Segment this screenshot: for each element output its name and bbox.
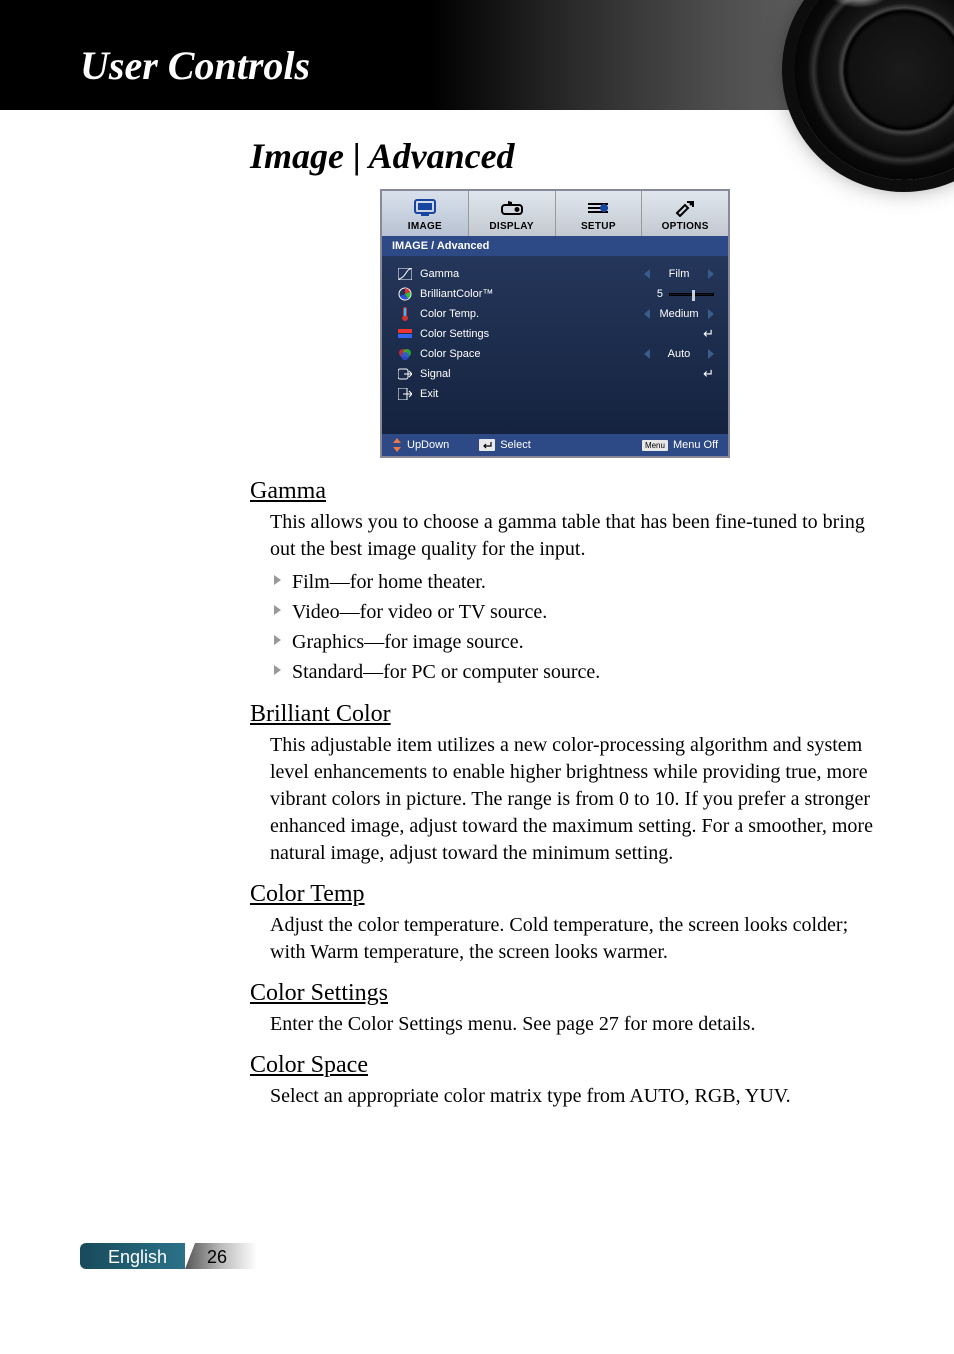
row-value: Film: [656, 268, 702, 280]
footer-page-number: 26: [185, 1243, 257, 1269]
hint-updown: UpDown: [392, 438, 449, 452]
arrow-right-icon: [708, 309, 714, 319]
osd-row-signal[interactable]: Signal ↵: [396, 364, 714, 384]
osd-tabs: IMAGE DISPLAY SETUP OPTIONS: [382, 191, 728, 236]
row-value: Auto: [656, 348, 702, 360]
enter-icon: ↵: [703, 366, 714, 382]
slider-knob: [692, 290, 695, 301]
row-label: Gamma: [420, 268, 644, 280]
hint-label: Menu Off: [673, 439, 718, 451]
tab-label: SETUP: [556, 221, 642, 232]
page-header: User Controls: [0, 0, 954, 110]
row-value: 5: [657, 288, 663, 300]
gamma-text: This allows you to choose a gamma table …: [250, 509, 874, 563]
osd-breadcrumb: IMAGE / Advanced: [382, 236, 728, 256]
arrow-right-icon: [708, 269, 714, 279]
row-label: Signal: [420, 368, 703, 380]
signal-input-icon: [396, 367, 414, 381]
gamma-list: Film—for home theater. Video—for video o…: [250, 563, 874, 687]
menu-key-icon: Menu: [642, 440, 668, 451]
hint-label: Select: [500, 439, 531, 451]
slider-track: [669, 293, 714, 296]
row-label: Color Temp.: [420, 308, 644, 320]
row-label: Color Settings: [420, 328, 703, 340]
enter-icon: ↵: [703, 326, 714, 342]
osd-row-gamma[interactable]: Gamma Film: [396, 264, 714, 284]
thermometer-icon: [396, 307, 414, 321]
row-value: Medium: [656, 308, 702, 320]
tab-label: DISPLAY: [469, 221, 555, 232]
hint-label: UpDown: [407, 439, 449, 451]
osd-row-colorsettings[interactable]: Color Settings ↵: [396, 324, 714, 344]
page-footer: English 26: [80, 1243, 257, 1269]
hint-select: Select: [479, 439, 531, 451]
colorspace-text: Select an appropriate color matrix type …: [250, 1083, 874, 1110]
osd-body: Gamma Film BrilliantColor™ 5 Color Temp.…: [382, 256, 728, 434]
color-wheel-icon: [396, 287, 414, 301]
gamma-heading: Gamma: [250, 478, 874, 505]
tab-label: OPTIONS: [642, 221, 728, 232]
color-bars-icon: [396, 327, 414, 341]
arrow-right-icon: [708, 349, 714, 359]
osd-menu: IMAGE DISPLAY SETUP OPTIONS IMA: [380, 189, 730, 458]
list-item: Video—for video or TV source.: [274, 597, 874, 627]
colorsettings-heading: Color Settings: [250, 980, 874, 1007]
tab-options[interactable]: OPTIONS: [642, 191, 728, 236]
rgb-overlap-icon: [396, 347, 414, 361]
tab-setup[interactable]: SETUP: [556, 191, 643, 236]
hint-menuoff: Menu Menu Off: [642, 439, 718, 451]
arrow-left-icon: [644, 269, 650, 279]
updown-arrows-icon: [392, 438, 402, 452]
monitor-icon: [382, 197, 468, 219]
row-label: Color Space: [420, 348, 644, 360]
brilliantcolor-heading: Brilliant Color: [250, 701, 874, 728]
tab-image[interactable]: IMAGE: [382, 191, 469, 236]
brilliantcolor-text: This adjustable item utilizes a new colo…: [250, 732, 874, 867]
osd-row-brilliantcolor[interactable]: BrilliantColor™ 5: [396, 284, 714, 304]
colorsettings-text: Enter the Color Settings menu. See page …: [250, 1011, 874, 1038]
projector-icon: [469, 197, 555, 219]
exit-icon: [396, 387, 414, 401]
colortemp-heading: Color Temp: [250, 881, 874, 908]
page-content: Image | Advanced IMAGE DISPLAY SETUP: [0, 110, 954, 1110]
colorspace-heading: Color Space: [250, 1052, 874, 1079]
arrow-left-icon: [644, 309, 650, 319]
osd-row-exit[interactable]: Exit: [396, 384, 714, 404]
list-item: Standard—for PC or computer source.: [274, 657, 874, 687]
sliders-icon: [556, 197, 642, 219]
colortemp-text: Adjust the color temperature. Cold tempe…: [250, 912, 874, 966]
arrow-left-icon: [644, 349, 650, 359]
osd-row-colorspace[interactable]: Color Space Auto: [396, 344, 714, 364]
tab-label: IMAGE: [382, 221, 468, 232]
footer-language: English: [80, 1243, 185, 1269]
row-label: Exit: [420, 388, 714, 400]
tools-icon: [642, 197, 728, 219]
enter-key-icon: [479, 439, 495, 451]
row-label: BrilliantColor™: [420, 288, 657, 300]
osd-footer: UpDown Select Menu Menu Off: [382, 434, 728, 456]
tab-display[interactable]: DISPLAY: [469, 191, 556, 236]
osd-row-colortemp[interactable]: Color Temp. Medium: [396, 304, 714, 324]
list-item: Graphics—for image source.: [274, 627, 874, 657]
section-title: Image | Advanced: [250, 135, 874, 177]
list-item: Film—for home theater.: [274, 567, 874, 597]
curve-icon: [396, 267, 414, 281]
